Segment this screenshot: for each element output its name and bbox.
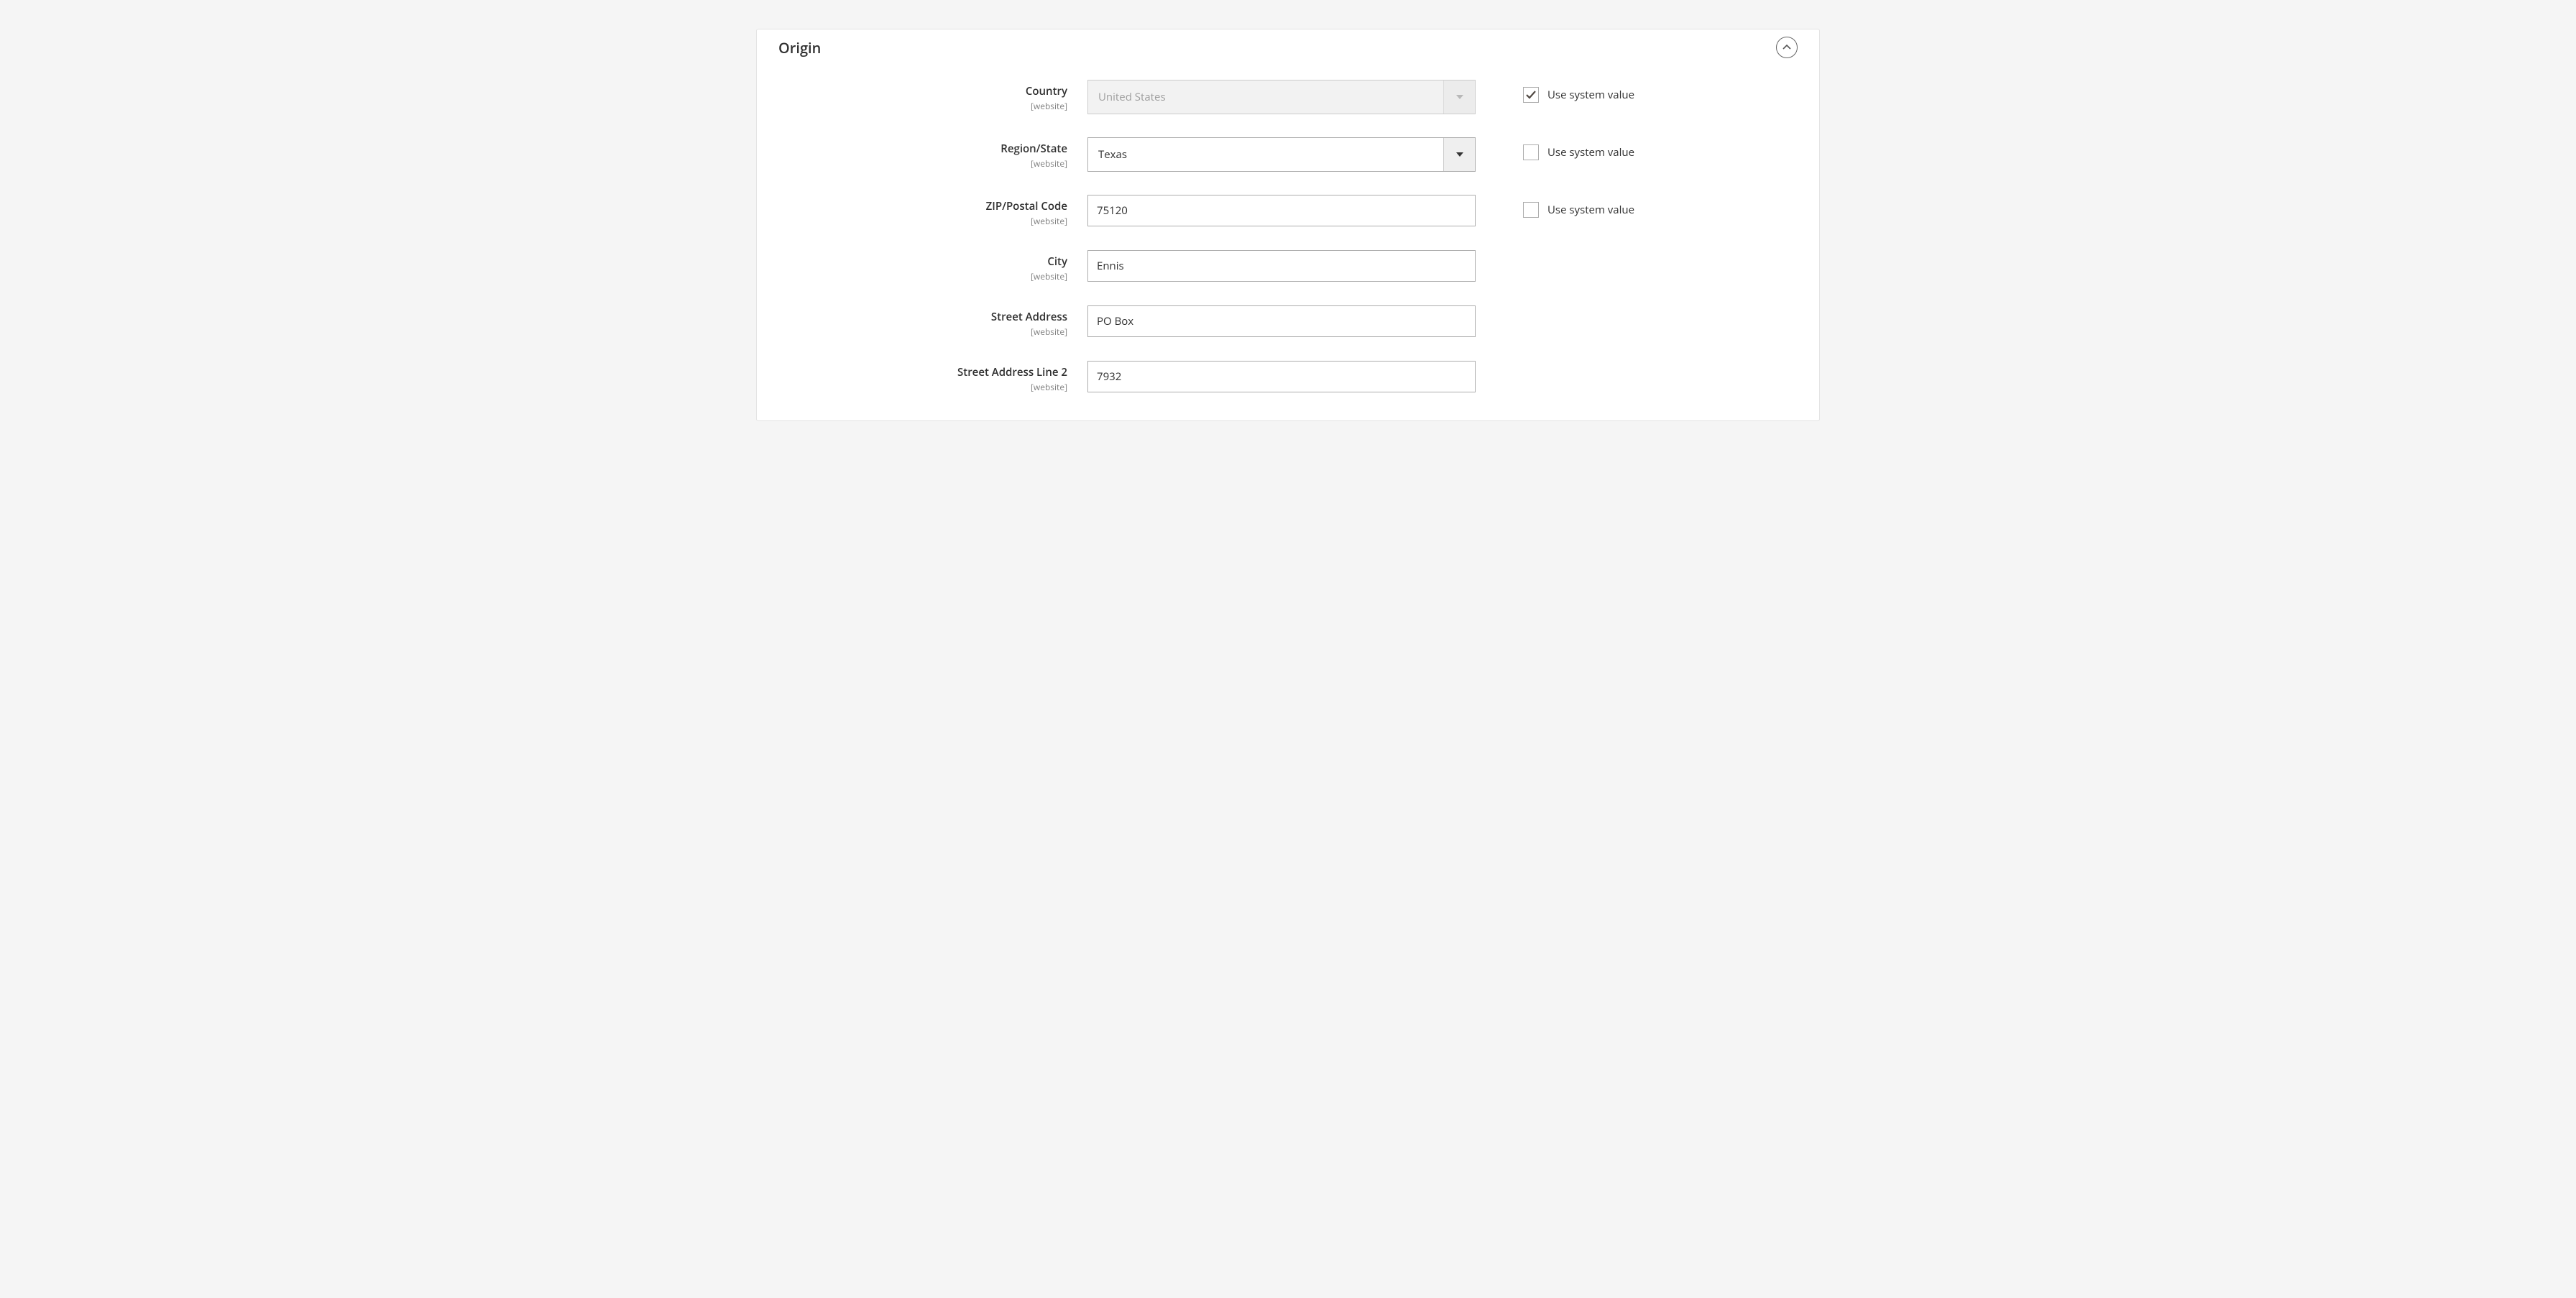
scope-label: [website] [778, 100, 1067, 112]
panel-header: Origin [778, 29, 1798, 80]
checkbox-box [1523, 202, 1539, 218]
row-city: City [website] [778, 250, 1798, 282]
label-col: City [website] [778, 250, 1087, 282]
label-col: Street Address Line 2 [website] [778, 361, 1087, 393]
scope-label: [website] [778, 215, 1067, 227]
street2-label: Street Address Line 2 [778, 365, 1067, 379]
row-street2: Street Address Line 2 [website] [778, 361, 1798, 393]
row-country: Country [website] United States Use syst… [778, 80, 1798, 114]
region-use-system-checkbox[interactable]: Use system value [1523, 144, 1634, 160]
city-label: City [778, 254, 1067, 269]
label-col: Country [website] [778, 80, 1087, 112]
control-col: Texas [1087, 137, 1476, 172]
control-col [1087, 361, 1476, 392]
extra-col: Use system value [1476, 195, 1634, 218]
label-col: Region/State [website] [778, 137, 1087, 170]
region-select-value: Texas [1088, 138, 1443, 171]
control-col [1087, 250, 1476, 282]
extra-col: Use system value [1476, 137, 1634, 160]
scope-label: [website] [778, 157, 1067, 170]
label-col: Street Address [website] [778, 305, 1087, 338]
control-col [1087, 195, 1476, 226]
origin-panel: Origin Country [website] United States [756, 29, 1820, 421]
checkbox-label: Use system value [1547, 203, 1634, 217]
country-label: Country [778, 84, 1067, 98]
control-col [1087, 305, 1476, 337]
street1-input[interactable] [1087, 305, 1476, 337]
scope-label: [website] [778, 270, 1067, 282]
row-region: Region/State [website] Texas Use system … [778, 137, 1798, 172]
region-select[interactable]: Texas [1087, 137, 1476, 172]
panel-title: Origin [778, 38, 821, 57]
checkbox-box [1523, 87, 1539, 103]
country-select: United States [1087, 80, 1476, 114]
control-col: United States [1087, 80, 1476, 114]
checkbox-box [1523, 144, 1539, 160]
region-label: Region/State [778, 142, 1067, 156]
collapse-button[interactable] [1776, 37, 1798, 58]
street1-label: Street Address [778, 310, 1067, 324]
label-col: ZIP/Postal Code [website] [778, 195, 1087, 227]
chevron-down-icon [1443, 80, 1475, 114]
extra-col: Use system value [1476, 80, 1634, 103]
zip-label: ZIP/Postal Code [778, 199, 1067, 213]
check-icon [1525, 89, 1537, 101]
chevron-down-icon [1443, 138, 1475, 171]
extra-col [1476, 361, 1523, 368]
row-zip: ZIP/Postal Code [website] Use system val… [778, 195, 1798, 227]
zip-input[interactable] [1087, 195, 1476, 226]
chevron-up-icon [1782, 43, 1791, 52]
zip-use-system-checkbox[interactable]: Use system value [1523, 202, 1634, 218]
country-use-system-checkbox[interactable]: Use system value [1523, 87, 1634, 103]
checkbox-label: Use system value [1547, 145, 1634, 160]
checkbox-label: Use system value [1547, 88, 1634, 102]
city-input[interactable] [1087, 250, 1476, 282]
scope-label: [website] [778, 326, 1067, 338]
country-select-value: United States [1088, 80, 1443, 114]
extra-col [1476, 250, 1523, 257]
extra-col [1476, 305, 1523, 313]
scope-label: [website] [778, 381, 1067, 393]
street2-input[interactable] [1087, 361, 1476, 392]
form-rows: Country [website] United States Use syst… [778, 80, 1798, 393]
row-street1: Street Address [website] [778, 305, 1798, 338]
